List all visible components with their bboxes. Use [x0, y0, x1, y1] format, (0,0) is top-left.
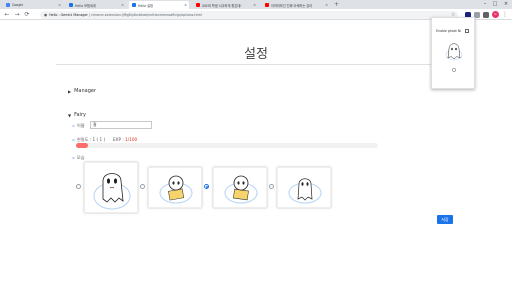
exp-progress-fill: [76, 143, 88, 148]
popup-toggle-label: Enable ghost Ni: [436, 29, 462, 33]
google-favicon-icon: [6, 3, 10, 7]
image-row-label: ∞ 모습: [72, 155, 85, 161]
exp-text: EXP : 1/100: [113, 137, 137, 142]
tab-label: 요요와 학생 서쿠하게 좋은데!: [202, 3, 242, 8]
ghost-image-option-3[interactable]: [213, 167, 267, 208]
profile-avatar[interactable]: G: [492, 11, 499, 18]
ghost-small-icon[interactable]: [452, 68, 456, 72]
close-icon[interactable]: ×: [325, 3, 328, 7]
tab-label: Google: [12, 3, 24, 7]
tab-strip: Google × Hello 모험세계 × Hello 설정 × 요요와 학생 …: [0, 0, 512, 9]
new-tab-button[interactable]: +: [334, 1, 339, 9]
image-option-radio-3[interactable]: [204, 184, 209, 189]
image-label: 모습: [76, 155, 85, 160]
exp-value: 1/100: [125, 137, 138, 142]
ghost-image-option-4[interactable]: [277, 167, 331, 208]
lock-icon: ●: [44, 12, 48, 17]
divider: [56, 64, 456, 65]
section-label: Fairy: [74, 112, 86, 118]
image-option-radio-2[interactable]: [140, 184, 145, 189]
browser-tab[interactable]: Hello 모험세계 ×: [66, 1, 126, 9]
extension-popup: Enable ghost Ni: [431, 17, 475, 89]
tab-label: Hello 설정: [138, 3, 153, 8]
close-icon[interactable]: ×: [253, 3, 256, 7]
section-label: Manager: [74, 88, 96, 94]
save-button[interactable]: 저장: [437, 215, 453, 224]
popup-toggle-checkbox[interactable]: [465, 29, 469, 33]
ghost-icon: [224, 175, 258, 204]
maximize-button[interactable]: □: [490, 0, 500, 9]
minimize-button[interactable]: –: [480, 0, 490, 9]
browser-tab[interactable]: 아따하하인 진짜 아케하는 강아 ×: [262, 1, 330, 9]
address-bar[interactable]: ● Hello : Gemini Manager | chrome-extens…: [40, 10, 458, 19]
tab-label: Hello 모험세계: [75, 3, 96, 8]
forward-button[interactable]: →: [13, 10, 21, 19]
ghost-favicon-icon: [132, 3, 136, 7]
image-option-radio-1[interactable]: [76, 184, 81, 189]
exp-label: EXP :: [113, 137, 124, 142]
address-path: chrome-extension://ffgjlkjdkcbhaejnnfnbn…: [91, 12, 202, 17]
address-host: Hello : Gemini Manager: [49, 12, 88, 17]
youtube-favicon-icon: [196, 3, 200, 7]
manager-section-toggle[interactable]: ▶ Manager: [68, 88, 96, 94]
youtube-favicon-icon: [265, 3, 269, 7]
window-close-button[interactable]: ×: [501, 0, 511, 9]
ghost-favicon-icon: [69, 3, 73, 7]
ghost-icon: [445, 43, 463, 61]
fairy-name-input[interactable]: 잘: [90, 121, 152, 129]
puzzle-icon[interactable]: [483, 11, 489, 18]
ghost-icon: [288, 178, 322, 204]
close-icon[interactable]: ×: [184, 3, 187, 7]
ghost-icon: [159, 175, 193, 204]
close-icon[interactable]: ×: [121, 3, 124, 7]
caret-down-icon: ▼: [68, 112, 72, 118]
close-icon[interactable]: ×: [58, 3, 61, 7]
ghost-image-option-1[interactable]: [84, 162, 138, 213]
bullet-icon: ∞: [72, 156, 75, 160]
exp-progress-bar: [76, 143, 378, 148]
kebab-menu-icon[interactable]: ⋮: [502, 10, 508, 19]
caret-right-icon: ▶: [68, 88, 72, 94]
reload-button[interactable]: ⟳: [23, 10, 31, 19]
browser-tab[interactable]: Google ×: [3, 1, 63, 9]
ghost-image-option-2[interactable]: [148, 167, 202, 208]
back-button[interactable]: ←: [3, 10, 11, 19]
ghost-icon: [93, 173, 131, 210]
browser-tab-active[interactable]: Hello 설정 ×: [129, 1, 189, 9]
name-label: 이름: [76, 123, 85, 128]
fairy-section-toggle[interactable]: ▼ Fairy: [68, 112, 86, 118]
bullet-icon: ∞: [72, 138, 75, 142]
name-row-label: ∞ 이름: [72, 123, 85, 129]
tab-label: 아따하하인 진짜 아케하는 강아: [271, 3, 313, 8]
browser-tab[interactable]: 요요와 학생 서쿠하게 좋은데! ×: [193, 1, 258, 9]
image-option-radio-4[interactable]: [269, 184, 274, 189]
bullet-icon: ∞: [72, 124, 75, 128]
